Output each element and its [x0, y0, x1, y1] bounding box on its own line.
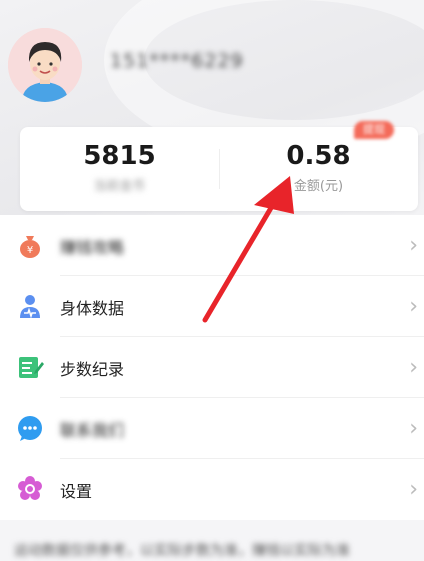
chevron-right-icon: › — [409, 294, 418, 319]
chevron-right-icon: › — [409, 233, 418, 258]
avatar[interactable] — [8, 28, 82, 102]
phone-number: 151****6229 — [110, 50, 244, 72]
svg-text:¥: ¥ — [27, 245, 33, 256]
menu-item-contact[interactable]: 联系我们 › — [0, 398, 424, 459]
balance-label: 金额(元) — [293, 179, 344, 194]
balance-value: 0.58 — [286, 141, 351, 171]
balance-stat[interactable]: 0.58 金额(元) — [219, 141, 418, 194]
chevron-right-icon: › — [409, 416, 418, 441]
money-bag-icon: ¥ — [20, 236, 40, 258]
coins-stat[interactable]: 5815 当前金币 — [20, 141, 219, 194]
person-health-icon — [20, 295, 40, 319]
flower-settings-icon — [18, 476, 42, 500]
menu-item-label: 步数纪录 — [60, 360, 125, 379]
coins-label: 当前金币 — [93, 179, 146, 194]
chat-bubble-icon — [18, 416, 42, 441]
menu-item-settings[interactable]: 设置 › — [0, 459, 424, 520]
coins-value: 5815 — [83, 141, 156, 171]
menu-item-label: 身体数据 — [60, 299, 125, 318]
footer-disclaimer: 运动数据仅供参考，以实际步数为准，赚钱以实际为准 — [14, 543, 350, 559]
withdraw-badge[interactable]: 提现 — [354, 121, 394, 139]
menu-list: ¥ 赚钱攻略 › 身体数据 › 步数纪录 › 联系我们 › 设置 › — [0, 215, 424, 520]
menu-item-step-record[interactable]: 步数纪录 › — [0, 337, 424, 398]
menu-item-label: 设置 — [60, 482, 93, 501]
menu-item-label: 联系我们 — [60, 421, 125, 440]
chevron-right-icon: › — [409, 355, 418, 380]
chevron-right-icon: › — [409, 477, 418, 502]
edit-record-icon — [19, 357, 44, 378]
menu-item-body-data[interactable]: 身体数据 › — [0, 276, 424, 337]
menu-item-label: 赚钱攻略 — [60, 238, 125, 257]
menu-item-earning-guide[interactable]: ¥ 赚钱攻略 › — [0, 215, 424, 276]
withdraw-badge-label: 提现 — [363, 123, 385, 136]
stats-card: 5815 当前金币 0.58 金额(元) 提现 — [20, 121, 418, 211]
